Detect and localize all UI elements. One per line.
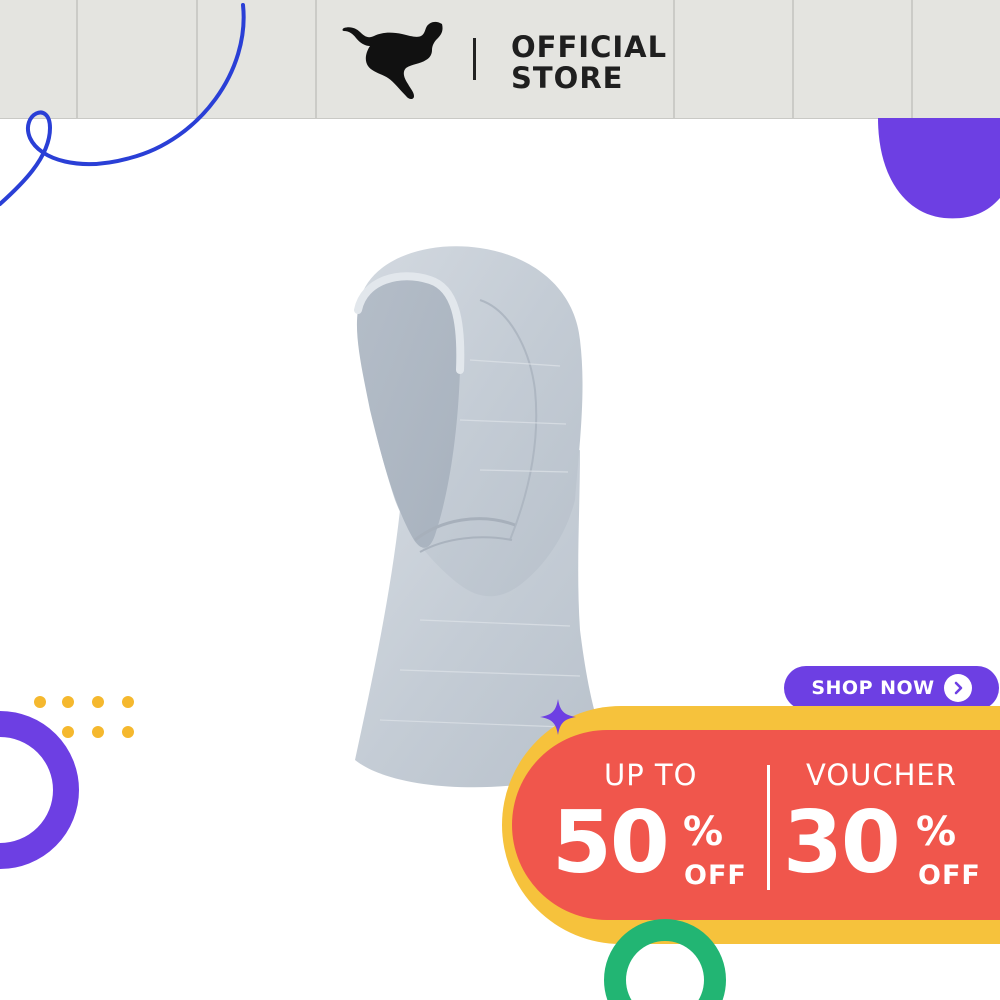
promo-divider (767, 765, 770, 890)
official-store-logo: OFFICIAL STORE (330, 14, 680, 104)
shop-now-label: SHOP NOW (811, 677, 935, 699)
puma-cat-logo-icon (342, 21, 443, 100)
chevron-right-circle-icon (943, 674, 972, 702)
shop-now-button[interactable]: SHOP NOW (784, 666, 999, 710)
blue-squiggle-decoration (0, 3, 246, 206)
green-ring-decoration (604, 919, 726, 1000)
discount-number: 50 (552, 793, 670, 893)
discount-top-label: UP TO (604, 758, 698, 792)
voucher-top-label: VOUCHER (806, 758, 957, 792)
voucher-number: 30 (783, 793, 901, 893)
voucher-percent: % (916, 809, 957, 855)
purple-ring-decoration (0, 711, 79, 869)
discount-off-label: OFF (684, 860, 747, 891)
store-label-line2: STORE (511, 61, 624, 95)
sparkle-star-icon (540, 699, 576, 735)
official-store-label: OFFICIAL STORE (511, 32, 681, 94)
voucher-off-label: OFF (918, 860, 981, 891)
store-label-line1: OFFICIAL (511, 30, 668, 64)
purple-semicircle-decoration (878, 118, 1000, 219)
logo-divider (473, 38, 476, 80)
discount-percent: % (683, 809, 724, 855)
